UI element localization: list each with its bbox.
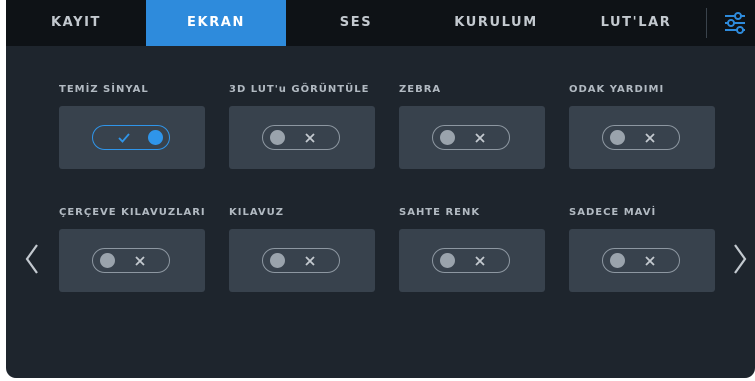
close-icon bbox=[645, 256, 655, 266]
check-icon bbox=[118, 133, 130, 143]
toggle-knob bbox=[440, 130, 455, 145]
toggle-knob bbox=[100, 253, 115, 268]
toggle-label: SAHTE RENK bbox=[399, 207, 481, 218]
blue-only-toggle[interactable] bbox=[602, 248, 680, 273]
tab-lutlar[interactable]: LUT'LAR bbox=[566, 0, 706, 46]
display-3d-lut-card[interactable] bbox=[229, 106, 375, 169]
close-icon bbox=[135, 256, 145, 266]
zebra-toggle[interactable] bbox=[432, 125, 510, 150]
toggle-label: ZEBRA bbox=[399, 84, 442, 95]
grids-toggle[interactable] bbox=[262, 248, 340, 273]
display-3d-lut-toggle[interactable] bbox=[262, 125, 340, 150]
tab-divider bbox=[706, 8, 707, 38]
false-color-card[interactable] bbox=[399, 229, 545, 292]
close-icon bbox=[475, 256, 485, 266]
blue-only-card[interactable] bbox=[569, 229, 715, 292]
frame-guides-toggle[interactable] bbox=[92, 248, 170, 273]
grids-card[interactable] bbox=[229, 229, 375, 292]
focus-assist-toggle[interactable] bbox=[602, 125, 680, 150]
toggle-knob bbox=[148, 130, 163, 145]
close-icon bbox=[645, 133, 655, 143]
toggle-label: ODAK YARDIMI bbox=[569, 84, 665, 95]
clean-feed-toggle[interactable] bbox=[92, 125, 170, 150]
close-icon bbox=[475, 133, 485, 143]
toggle-knob bbox=[270, 253, 285, 268]
toggle-knob bbox=[440, 253, 455, 268]
tab-bar: KAYIT EKRAN SES KURULUM LUT'LAR bbox=[6, 0, 755, 46]
clean-feed-card[interactable] bbox=[59, 106, 205, 169]
toggle-label: SADECE MAVİ bbox=[569, 207, 657, 218]
chevron-left-icon[interactable] bbox=[22, 242, 42, 276]
toggle-label: ÇERÇEVE KILAVUZLARI bbox=[59, 207, 206, 218]
tab-kayit[interactable]: KAYIT bbox=[6, 0, 146, 46]
toggle-knob bbox=[270, 130, 285, 145]
toggle-label: KILAVUZ bbox=[229, 207, 285, 218]
display-settings-screen: KAYIT EKRAN SES KURULUM LUT'LAR TEMİZ Sİ… bbox=[6, 0, 755, 378]
toggle-knob bbox=[610, 130, 625, 145]
chevron-right-icon[interactable] bbox=[730, 242, 750, 276]
toggle-label: 3D LUT'u GÖRÜNTÜLE bbox=[229, 84, 370, 95]
close-icon bbox=[305, 133, 315, 143]
tab-ekran[interactable]: EKRAN bbox=[146, 0, 286, 46]
zebra-card[interactable] bbox=[399, 106, 545, 169]
toggle-knob bbox=[610, 253, 625, 268]
tab-kurulum[interactable]: KURULUM bbox=[426, 0, 566, 46]
frame-guides-card[interactable] bbox=[59, 229, 205, 292]
toggle-label: TEMİZ SİNYAL bbox=[59, 84, 149, 95]
close-icon bbox=[305, 256, 315, 266]
false-color-toggle[interactable] bbox=[432, 248, 510, 273]
sliders-icon[interactable] bbox=[720, 8, 750, 38]
focus-assist-card[interactable] bbox=[569, 106, 715, 169]
tab-ses[interactable]: SES bbox=[286, 0, 426, 46]
